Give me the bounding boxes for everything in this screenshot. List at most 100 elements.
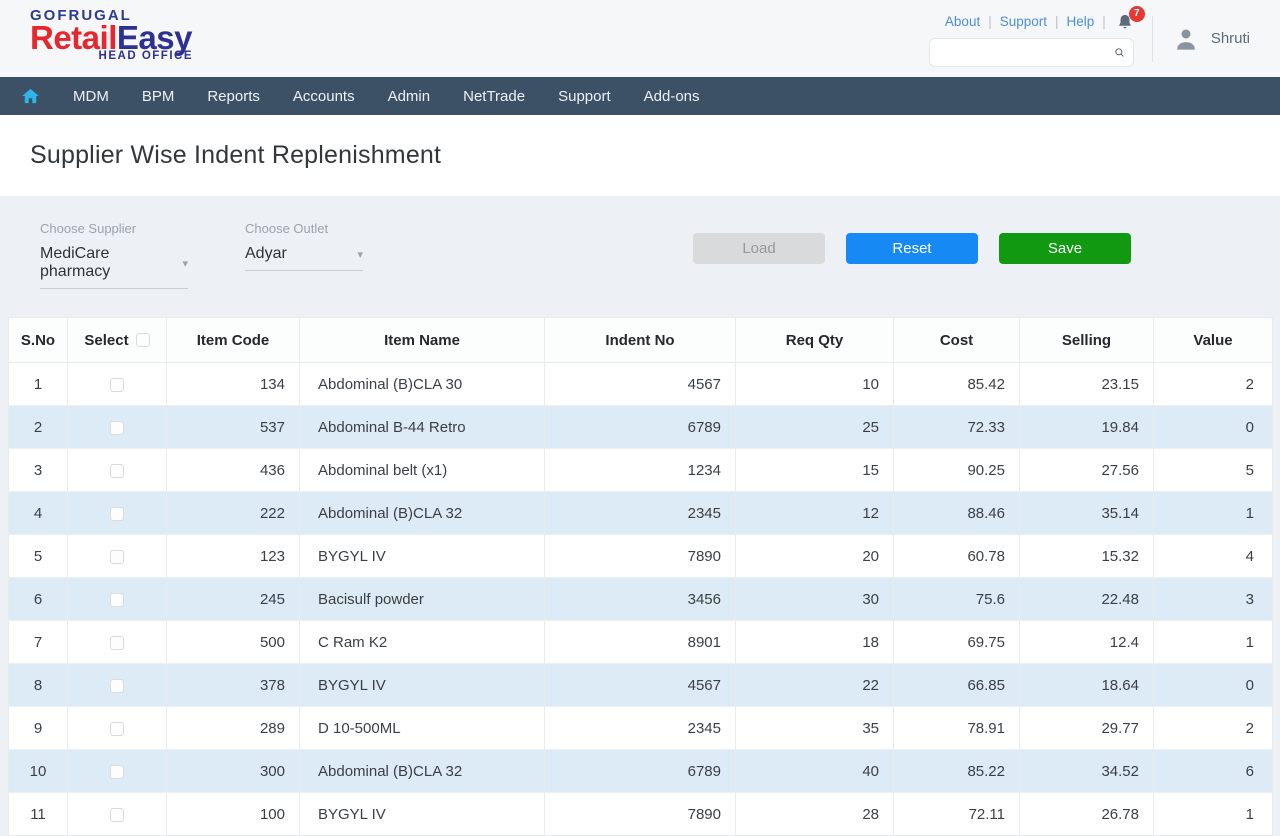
table-row: 5123BYGYL IV78902060.7815.324 [9,535,1273,578]
header-right: About | Support | Help | 7 [929,0,1250,77]
row-checkbox[interactable] [110,593,124,607]
row-sno: 10 [9,750,68,793]
row-item-code: 289 [167,707,300,750]
header-cost: Cost [894,318,1020,363]
support-link[interactable]: Support [1000,14,1047,29]
nav-item-nettrade[interactable]: NetTrade [463,88,525,105]
outlet-value: Adyar [245,245,287,263]
row-checkbox[interactable] [110,808,124,822]
row-indent-no: 1234 [545,449,736,492]
row-selling: 19.84 [1020,406,1154,449]
table-row: 9289D 10-500ML23453578.9129.772 [9,707,1273,750]
nav-item-support[interactable]: Support [558,88,611,105]
row-checkbox[interactable] [110,421,124,435]
notification-bell[interactable]: 7 [1116,13,1134,31]
row-req-qty: 25 [736,406,894,449]
row-indent-no: 6789 [545,750,736,793]
link-separator: | [1055,14,1059,29]
user-avatar-icon [1171,24,1201,54]
table-row: 11100BYGYL IV78902872.1126.781 [9,793,1273,836]
row-value: 0 [1154,664,1273,707]
row-checkbox[interactable] [110,722,124,736]
home-nav-button[interactable] [21,87,40,105]
filter-row: Choose Supplier MediCare pharmacy ▾ Choo… [0,196,1280,289]
chevron-down-icon: ▾ [357,248,363,261]
search-icon[interactable] [1114,44,1125,61]
header-indent-no: Indent No [545,318,736,363]
link-separator: | [1102,14,1106,29]
row-checkbox[interactable] [110,464,124,478]
row-selling: 12.4 [1020,621,1154,664]
row-selling: 18.64 [1020,664,1154,707]
nav-item-admin[interactable]: Admin [388,88,431,105]
nav-item-bpm[interactable]: BPM [142,88,175,105]
row-selling: 15.32 [1020,535,1154,578]
chevron-down-icon: ▾ [182,257,188,270]
row-req-qty: 40 [736,750,894,793]
row-value: 1 [1154,492,1273,535]
load-button[interactable]: Load [693,233,825,264]
nav-item-addons[interactable]: Add-ons [644,88,700,105]
top-links: About | Support | Help | 7 [945,13,1134,31]
table-body: 1134Abdominal (B)CLA 3045671085.4223.152… [9,363,1273,836]
nav-item-reports[interactable]: Reports [207,88,260,105]
row-checkbox[interactable] [110,679,124,693]
links-search: About | Support | Help | 7 [929,11,1134,67]
row-req-qty: 20 [736,535,894,578]
reset-button[interactable]: Reset [846,233,978,264]
about-link[interactable]: About [945,14,980,29]
row-value: 2 [1154,707,1273,750]
outlet-dropdown[interactable]: Adyar ▾ [245,245,363,271]
row-selling: 23.15 [1020,363,1154,406]
row-value: 5 [1154,449,1273,492]
row-cost: 72.11 [894,793,1020,836]
search-input[interactable] [938,45,1114,60]
row-selling: 22.48 [1020,578,1154,621]
row-checkbox[interactable] [110,507,124,521]
header-req-qty: Req Qty [736,318,894,363]
table-row: 6245Bacisulf powder34563075.622.483 [9,578,1273,621]
row-item-code: 222 [167,492,300,535]
row-select-cell [68,707,167,750]
supplier-dropdown[interactable]: MediCare pharmacy ▾ [40,245,188,289]
table-row: 4222Abdominal (B)CLA 3223451288.4635.141 [9,492,1273,535]
table-row: 3436Abdominal belt (x1)12341590.2527.565 [9,449,1273,492]
user-name: Shruti [1211,30,1250,47]
action-buttons: Load Reset Save [693,221,1131,264]
row-sno: 1 [9,363,68,406]
row-checkbox[interactable] [110,550,124,564]
row-indent-no: 6789 [545,406,736,449]
row-select-cell [68,492,167,535]
row-cost: 78.91 [894,707,1020,750]
row-item-name: Abdominal B-44 Retro [300,406,545,449]
nav-item-accounts[interactable]: Accounts [293,88,355,105]
row-checkbox[interactable] [110,636,124,650]
save-button[interactable]: Save [999,233,1131,264]
row-item-code: 500 [167,621,300,664]
table-header-row: S.No Select Item Code Item Name Indent N… [9,318,1273,363]
user-block[interactable]: Shruti [1171,24,1250,54]
row-req-qty: 35 [736,707,894,750]
row-checkbox[interactable] [110,765,124,779]
row-checkbox[interactable] [110,378,124,392]
row-cost: 72.33 [894,406,1020,449]
select-all-checkbox[interactable] [136,333,150,347]
search-box[interactable] [929,38,1134,67]
row-selling: 34.52 [1020,750,1154,793]
supplier-label: Choose Supplier [40,221,188,236]
row-indent-no: 8901 [545,621,736,664]
row-cost: 60.78 [894,535,1020,578]
row-req-qty: 18 [736,621,894,664]
row-value: 2 [1154,363,1273,406]
row-select-cell [68,793,167,836]
table-row: 10300Abdominal (B)CLA 3267894085.2234.52… [9,750,1273,793]
row-indent-no: 4567 [545,363,736,406]
row-selling: 26.78 [1020,793,1154,836]
nav-item-mdm[interactable]: MDM [73,88,109,105]
row-indent-no: 4567 [545,664,736,707]
header-item-name: Item Name [300,318,545,363]
row-indent-no: 3456 [545,578,736,621]
help-link[interactable]: Help [1067,14,1095,29]
row-item-code: 134 [167,363,300,406]
row-sno: 11 [9,793,68,836]
